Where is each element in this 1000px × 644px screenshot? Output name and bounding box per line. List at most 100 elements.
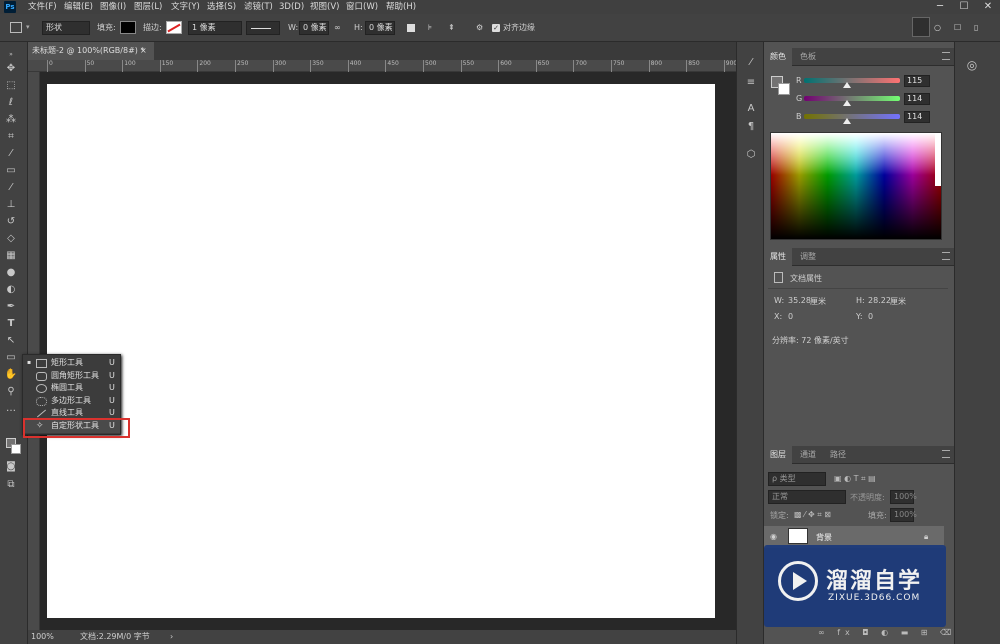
w-field[interactable]: 0 像素 <box>299 21 329 35</box>
y-value[interactable]: 0 <box>868 312 873 321</box>
menu-filter[interactable]: 滤镜(T) <box>244 0 273 14</box>
libraries-icon[interactable]: ◎ <box>965 58 979 72</box>
link-icon[interactable]: ∞ <box>334 21 341 35</box>
panel-menu-icon[interactable] <box>942 252 950 260</box>
hand-tool-icon[interactable]: ✋ <box>4 368 18 382</box>
move-tool-icon[interactable]: ✥ <box>4 62 18 76</box>
brush-settings-icon[interactable]: ⁄ <box>744 56 758 70</box>
background-color-swatch[interactable] <box>11 444 21 454</box>
layer-kind-filter[interactable]: ρ 类型 <box>768 472 826 486</box>
status-menu-arrow[interactable]: › <box>170 630 173 644</box>
visibility-eye-icon[interactable]: ◉ <box>770 532 777 541</box>
path-selection-icon[interactable]: ↖ <box>4 334 18 348</box>
panel-menu-icon[interactable] <box>942 52 950 60</box>
r-slider-thumb[interactable] <box>843 82 852 88</box>
tool-mode-select[interactable]: 形状 <box>42 21 90 35</box>
adjustments-icon[interactable]: ≡ <box>744 76 758 90</box>
g-slider-thumb[interactable] <box>842 100 851 106</box>
paragraph-icon[interactable]: ¶ <box>744 120 758 134</box>
close-tab-icon[interactable]: × <box>140 42 147 60</box>
panel-menu-icon[interactable] <box>942 450 950 458</box>
flyout-item-ellipse[interactable]: 椭圆工具 U <box>23 382 120 395</box>
menu-help[interactable]: 帮助(H) <box>386 0 416 14</box>
color-spectrum[interactable] <box>770 132 942 240</box>
character-icon[interactable]: A <box>744 102 758 116</box>
menu-image[interactable]: 图像(I) <box>100 0 126 14</box>
menu-3d[interactable]: 3D(D) <box>279 0 304 14</box>
eyedropper-icon[interactable]: ⁄ <box>4 147 18 161</box>
magic-wand-icon[interactable]: ⁂ <box>4 113 18 127</box>
width-value[interactable]: 35.28 <box>788 296 811 305</box>
healing-brush-icon[interactable]: ▭ <box>4 164 18 178</box>
path-arrangement-icon[interactable]: ⇞ <box>448 21 455 35</box>
tab-color[interactable]: 颜色 <box>764 48 792 66</box>
marquee-tool-icon[interactable]: ⬚ <box>4 79 18 93</box>
x-value[interactable]: 0 <box>788 312 793 321</box>
r-value-field[interactable]: 115 <box>904 75 930 87</box>
blur-tool-icon[interactable]: ● <box>4 266 18 280</box>
color-background-swatch[interactable] <box>778 83 790 95</box>
flyout-item-polygon[interactable]: 多边形工具 U <box>23 395 120 408</box>
stroke-swatch[interactable] <box>166 21 182 34</box>
workspace-switcher-icon[interactable]: ☐ <box>954 21 961 35</box>
layer-actions-icons[interactable]: ∞ fx ◘ ◐ ▬ ⊞ ⌫ <box>818 628 956 637</box>
crop-tool-icon[interactable]: ⌗ <box>4 130 18 144</box>
dodge-tool-icon[interactable]: ◐ <box>4 283 18 297</box>
tool-preset-icon[interactable] <box>10 22 22 33</box>
quick-mask-icon[interactable]: ◙ <box>4 460 18 474</box>
height-value[interactable]: 28.22 <box>868 296 891 305</box>
collapse-arrows-icon[interactable]: » <box>4 48 18 62</box>
tab-channels[interactable]: 通道 <box>794 446 822 464</box>
zoom-level[interactable]: 100% <box>31 630 54 644</box>
r-slider[interactable] <box>804 78 900 83</box>
menu-select[interactable]: 选择(S) <box>207 0 236 14</box>
type-tool-icon[interactable]: T <box>4 317 18 331</box>
gear-icon[interactable]: ⚙ <box>476 21 483 35</box>
opacity-field[interactable]: 100% <box>890 490 917 504</box>
screen-mode-icon[interactable]: ⧉ <box>4 478 18 492</box>
menu-file[interactable]: 文件(F) <box>28 0 57 14</box>
tab-layers[interactable]: 图层 <box>764 446 792 464</box>
align-edges-checkbox[interactable]: ✓ <box>492 24 500 32</box>
tab-properties[interactable]: 属性 <box>764 248 792 266</box>
close-window-button[interactable]: ✕ <box>978 0 998 14</box>
minimize-button[interactable]: ─ <box>930 0 950 14</box>
history-brush-icon[interactable]: ↺ <box>4 215 18 229</box>
brush-tool-icon[interactable]: ⁄ <box>4 181 18 195</box>
fill-swatch[interactable] <box>120 21 136 34</box>
blend-mode-select[interactable]: 正常 <box>768 490 846 504</box>
b-value-field[interactable]: 114 <box>904 111 930 123</box>
share-icon[interactable]: ▯ <box>974 21 978 35</box>
path-alignment-icon[interactable]: ⊧ <box>428 21 432 35</box>
zoom-tool-icon[interactable]: ⚲ <box>4 385 18 399</box>
3d-icon[interactable]: ⬡ <box>744 148 758 162</box>
h-field[interactable]: 0 像素 <box>365 21 395 35</box>
lasso-tool-icon[interactable]: ℓ <box>4 96 18 110</box>
clone-stamp-icon[interactable]: ⊥ <box>4 198 18 212</box>
lock-icons[interactable]: ▩ ⁄ ✥ ⌗ ⊠ <box>794 510 831 520</box>
search-icon[interactable]: ○ <box>934 21 941 35</box>
layer-filter-icons[interactable]: ▣ ◐ T ⌗ ▤ <box>834 474 876 484</box>
layer-name[interactable]: 背景 <box>816 532 832 543</box>
menu-view[interactable]: 视图(V) <box>310 0 339 14</box>
g-slider[interactable] <box>804 96 900 101</box>
menu-edit[interactable]: 编辑(E) <box>64 0 93 14</box>
document-canvas[interactable] <box>47 84 715 618</box>
menu-window[interactable]: 窗口(W) <box>346 0 378 14</box>
path-operations-icon[interactable] <box>407 24 415 32</box>
stroke-type-select[interactable] <box>246 21 280 35</box>
document-tab[interactable]: 未标题-2 @ 100%(RGB/8#) * × <box>28 42 154 60</box>
stroke-width-field[interactable]: 1 像素 <box>188 21 242 35</box>
b-slider-thumb[interactable] <box>842 118 851 124</box>
gradient-tool-icon[interactable]: ▦ <box>4 249 18 263</box>
tab-adjustments[interactable]: 调整 <box>794 248 822 266</box>
workspace-icon[interactable] <box>912 17 930 37</box>
eraser-icon[interactable]: ◇ <box>4 232 18 246</box>
shape-tool-icon[interactable]: ▭ <box>4 351 18 365</box>
pen-tool-icon[interactable]: ✒ <box>4 300 18 314</box>
menu-layer[interactable]: 图层(L) <box>134 0 162 14</box>
b-slider[interactable] <box>804 114 900 119</box>
more-tools-icon[interactable]: … <box>4 402 18 416</box>
flyout-item-rounded-rectangle[interactable]: 圆角矩形工具 U <box>23 370 120 383</box>
tab-swatches[interactable]: 色板 <box>794 48 822 66</box>
